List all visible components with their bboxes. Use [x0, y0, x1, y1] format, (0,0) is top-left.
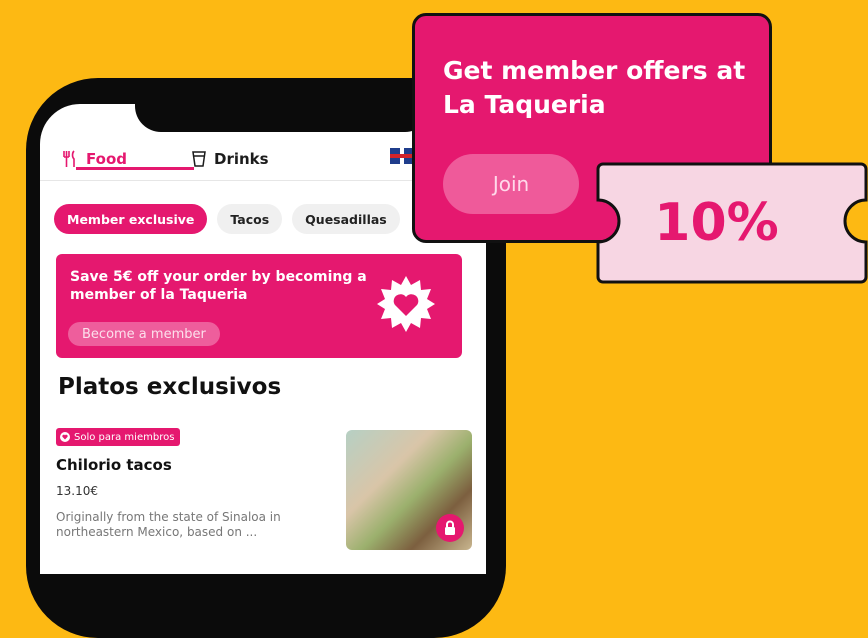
cup-icon	[192, 151, 206, 167]
heart-icon	[60, 432, 70, 442]
membership-banner: Save 5€ off your order by becoming a mem…	[56, 254, 462, 358]
discount-coupon: 10%	[595, 162, 868, 284]
chip-quesadillas[interactable]: Quesadillas	[292, 204, 400, 234]
members-only-badge: Solo para miembros	[56, 428, 181, 446]
section-title: Platos exclusivos	[58, 374, 282, 400]
become-member-button[interactable]: Become a member	[68, 322, 220, 346]
members-only-label: Solo para miembros	[74, 431, 175, 443]
chip-member-exclusive[interactable]: Member exclusive	[54, 204, 208, 234]
tab-drinks[interactable]: Drinks	[192, 150, 269, 168]
lock-icon	[436, 514, 464, 542]
dish-name[interactable]: Chilorio tacos	[56, 456, 172, 474]
heart-badge-icon	[377, 276, 435, 332]
join-button[interactable]: Join	[443, 154, 579, 214]
banner-text: Save 5€ off your order by becoming a mem…	[70, 269, 367, 303]
dish-description: Originally from the state of Sinaloa in …	[56, 510, 281, 539]
tab-food-label: Food	[86, 150, 127, 168]
dish-price: 13.10€	[56, 484, 98, 498]
fork-knife-icon	[63, 150, 75, 167]
tab-drinks-label: Drinks	[214, 150, 269, 168]
filter-chips: Member exclusive Tacos Quesadillas	[54, 204, 400, 234]
uk-flag-icon[interactable]	[390, 148, 414, 164]
phone-notch	[135, 104, 431, 132]
dish-image[interactable]	[346, 430, 472, 550]
chip-tacos[interactable]: Tacos	[217, 204, 283, 234]
offer-title: Get member offers at La Taqueria	[443, 56, 746, 119]
tab-food[interactable]: Food	[62, 150, 194, 170]
active-tab-indicator	[76, 167, 194, 170]
coupon-value: 10%	[654, 193, 779, 253]
